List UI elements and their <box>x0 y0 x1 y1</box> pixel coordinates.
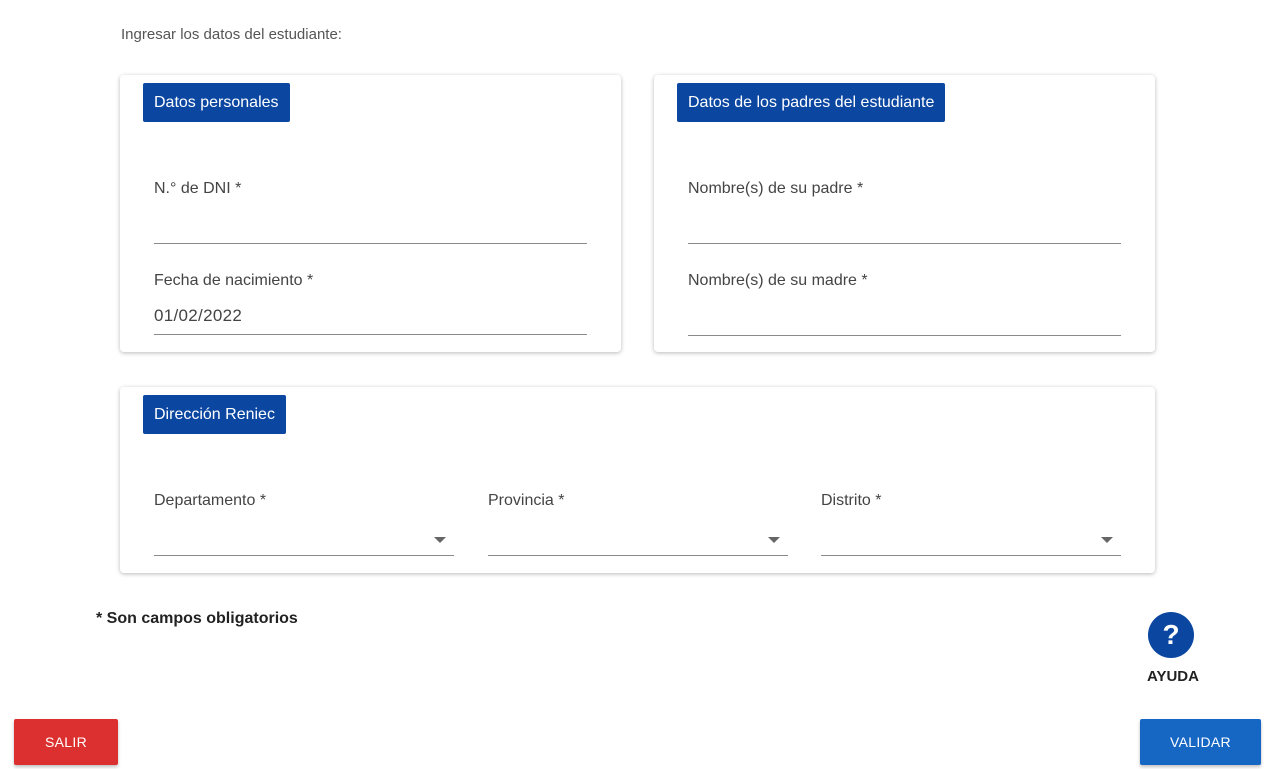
father-name-underline <box>688 243 1121 244</box>
intro-text: Ingresar los datos del estudiante: <box>121 26 342 43</box>
province-underline <box>488 555 788 556</box>
district-underline <box>821 555 1121 556</box>
dni-field[interactable]: N.° de DNI * <box>154 180 587 244</box>
personal-data-card: Datos personales N.° de DNI * Fecha de n… <box>120 75 621 352</box>
required-fields-note: * Son campos obligatorios <box>96 610 298 627</box>
father-name-field[interactable]: Nombre(s) de su padre * <box>688 180 1121 244</box>
department-underline <box>154 555 454 556</box>
dni-label: N.° de DNI * <box>154 180 242 197</box>
district-select[interactable]: Distrito * <box>821 492 1121 556</box>
father-name-label: Nombre(s) de su padre * <box>688 180 864 197</box>
birth-date-input[interactable]: 01/02/2022 <box>154 306 242 326</box>
province-select[interactable]: Provincia * <box>488 492 788 556</box>
chevron-down-icon[interactable] <box>768 537 780 543</box>
chevron-down-icon[interactable] <box>434 537 446 543</box>
address-card: Dirección Reniec Departamento * Provinci… <box>120 387 1155 573</box>
mother-name-label: Nombre(s) de su madre * <box>688 272 868 289</box>
parents-data-header: Datos de los padres del estudiante <box>677 83 946 122</box>
validate-button[interactable]: VALIDAR <box>1140 719 1261 765</box>
parents-data-card: Datos de los padres del estudiante Nombr… <box>654 75 1155 352</box>
personal-data-header: Datos personales <box>143 83 290 122</box>
mother-name-field[interactable]: Nombre(s) de su madre * <box>688 272 1121 336</box>
address-header: Dirección Reniec <box>143 395 286 434</box>
birth-date-field[interactable]: Fecha de nacimiento * 01/02/2022 <box>154 272 587 335</box>
department-label: Departamento * <box>154 492 267 509</box>
help-label[interactable]: AYUDA <box>1147 668 1199 685</box>
mother-name-underline <box>688 335 1121 336</box>
department-select[interactable]: Departamento * <box>154 492 454 556</box>
exit-button[interactable]: SALIR <box>14 719 118 765</box>
help-button[interactable]: ? <box>1148 612 1194 658</box>
dni-underline <box>154 243 587 244</box>
birth-date-underline <box>154 334 587 335</box>
chevron-down-icon[interactable] <box>1101 537 1113 543</box>
district-label: Distrito * <box>821 492 882 509</box>
province-label: Provincia * <box>488 492 565 509</box>
question-mark-icon: ? <box>1162 619 1180 650</box>
birth-date-label: Fecha de nacimiento * <box>154 272 314 289</box>
